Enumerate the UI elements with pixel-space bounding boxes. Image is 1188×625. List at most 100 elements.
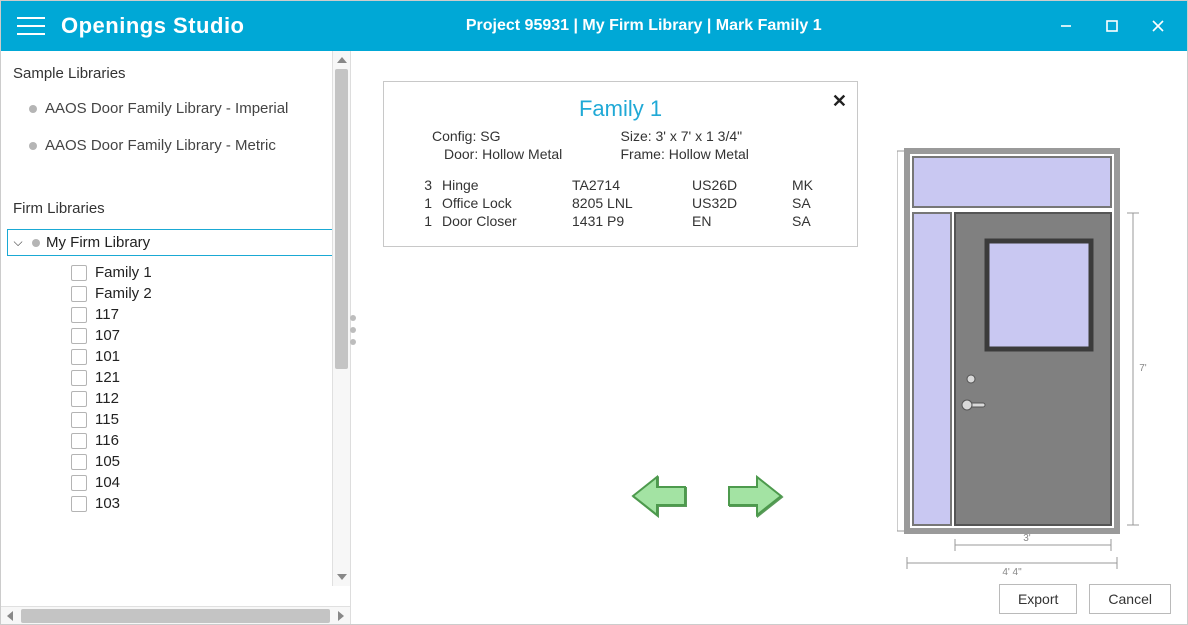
tree-item[interactable]: 101 [13,346,344,367]
library-item-label: AAOS Door Family Library - Imperial [45,100,288,117]
checkbox[interactable] [71,349,87,365]
checkbox[interactable] [71,433,87,449]
tree-item-label: 116 [95,432,119,449]
maximize-button[interactable] [1089,11,1135,41]
firm-library-name: My Firm Library [46,234,150,251]
app-name: Openings Studio [61,13,245,39]
tree-item-label: 117 [95,306,119,323]
tree-item-label: 105 [95,453,120,470]
detail-panel: ✕ Family 1 Config: SGSize: 3' x 7' x 1 3… [351,51,1187,624]
hw-qty: 3 [412,177,442,193]
bullet-icon [32,239,40,247]
scroll-right-icon[interactable] [332,611,350,621]
config-label: Config: SG [402,128,621,144]
bullet-icon [29,105,37,113]
hardware-row: 1Door Closer1431 P9ENSA [412,212,839,230]
scrollbar-thumb[interactable] [21,609,330,623]
hw-model: TA2714 [572,177,692,193]
hw-finish: US32D [692,195,792,211]
checkbox[interactable] [71,475,87,491]
checkbox[interactable] [71,496,87,512]
size-label: Size: 3' x 7' x 1 3/4" [621,128,840,144]
project-breadcrumb: Project 95931 | My Firm Library | Mark F… [245,17,1044,35]
close-icon[interactable]: ✕ [832,92,847,110]
family-info-card: ✕ Family 1 Config: SGSize: 3' x 7' x 1 3… [383,81,858,247]
hardware-row: 1Office Lock8205 LNLUS32DSA [412,194,839,212]
checkbox[interactable] [71,265,87,281]
hw-qty: 1 [412,213,442,229]
next-arrow[interactable] [727,471,783,524]
hw-name: Door Closer [442,213,572,229]
hw-finish: EN [692,213,792,229]
scroll-down-icon[interactable] [333,568,350,586]
tree-item[interactable]: 116 [13,430,344,451]
card-title: Family 1 [402,96,839,122]
tree-item-label: 112 [95,390,119,407]
firm-libraries-header: Firm Libraries [13,194,344,225]
checkbox[interactable] [71,391,87,407]
checkbox[interactable] [71,307,87,323]
bullet-icon [29,142,37,150]
tree-item-label: Family 2 [95,285,152,302]
hw-mfr: MK [792,177,832,193]
checkbox[interactable] [71,370,87,386]
door-preview: 3' 4' 4" 7' 8' 4" [897,141,1147,581]
checkbox[interactable] [71,454,87,470]
menu-icon[interactable] [1,17,61,35]
hw-mfr: SA [792,195,832,211]
scrollbar-thumb[interactable] [335,69,348,369]
tree-item[interactable]: Family 2 [13,283,344,304]
hardware-row: 3HingeTA2714US26DMK [412,176,839,194]
window-controls [1043,11,1187,41]
hardware-table: 3HingeTA2714US26DMK1Office Lock8205 LNLU… [402,176,839,230]
hw-model: 1431 P9 [572,213,692,229]
tree-item[interactable]: 107 [13,325,344,346]
scroll-up-icon[interactable] [333,51,350,69]
tree-item-label: 104 [95,474,120,491]
hw-qty: 1 [412,195,442,211]
tree-item-label: 103 [95,495,120,512]
hw-name: Office Lock [442,195,572,211]
title-bar: Openings Studio Project 95931 | My Firm … [1,1,1187,51]
prev-arrow[interactable] [631,471,687,524]
horizontal-scrollbar[interactable] [1,606,350,624]
frame-label: Frame: Hollow Metal [621,146,840,162]
sample-libraries-header: Sample Libraries [13,59,344,90]
tree-item[interactable]: 104 [13,472,344,493]
library-item[interactable]: AAOS Door Family Library - Imperial [13,90,344,127]
tree-item[interactable]: 105 [13,451,344,472]
tree-item-label: Family 1 [95,264,152,281]
export-button[interactable]: Export [999,584,1077,614]
checkbox[interactable] [71,412,87,428]
checkbox[interactable] [71,286,87,302]
chevron-down-icon[interactable]: ⌵ [10,235,26,250]
hw-mfr: SA [792,213,832,229]
hw-finish: US26D [692,177,792,193]
cancel-button[interactable]: Cancel [1089,584,1171,614]
tree-item[interactable]: 117 [13,304,344,325]
dim-door-height: 7' [1139,363,1147,374]
tree-item-label: 121 [95,369,120,386]
tree-item[interactable]: Family 1 [13,262,344,283]
tree-item[interactable]: 103 [13,493,344,514]
library-item-label: AAOS Door Family Library - Metric [45,137,276,154]
close-button[interactable] [1135,11,1181,41]
tree-item[interactable]: 121 [13,367,344,388]
scroll-left-icon[interactable] [1,611,19,621]
dim-overall-width: 4' 4" [1002,567,1022,578]
library-item[interactable]: AAOS Door Family Library - Metric [13,127,344,164]
tree-item[interactable]: 112 [13,388,344,409]
door-label: Door: Hollow Metal [402,146,621,162]
tree-item[interactable]: 115 [13,409,344,430]
firm-library-row[interactable]: ⌵ My Firm Library [8,230,343,255]
library-sidebar: Sample Libraries AAOS Door Family Librar… [1,51,351,624]
checkbox[interactable] [71,328,87,344]
tree-item-label: 107 [95,327,120,344]
tree-item-label: 101 [95,348,120,365]
hw-model: 8205 LNL [572,195,692,211]
dim-door-width: 3' [1023,533,1031,544]
vertical-scrollbar[interactable] [332,51,350,586]
tree-item-label: 115 [95,411,119,428]
hw-name: Hinge [442,177,572,193]
minimize-button[interactable] [1043,11,1089,41]
